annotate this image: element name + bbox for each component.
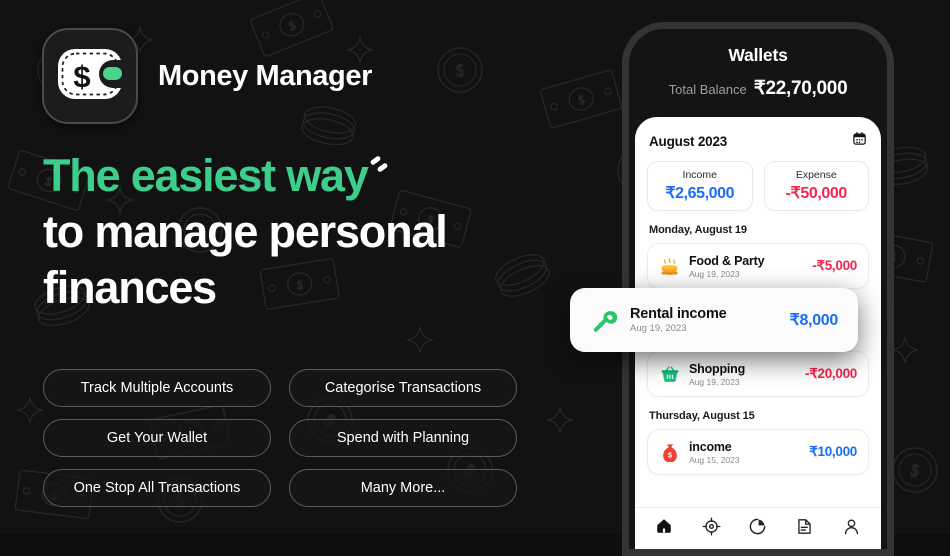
feature-pill[interactable]: Track Multiple Accounts bbox=[43, 369, 271, 407]
nav-item-profile[interactable] bbox=[837, 515, 867, 543]
expense-summary-card[interactable]: Expense -₹50,000 bbox=[763, 161, 869, 211]
headline-line-3: finances bbox=[43, 261, 217, 313]
total-balance-row: Total Balance ₹22,70,000 bbox=[629, 77, 887, 100]
total-balance-label: Total Balance bbox=[668, 82, 747, 97]
month-selector-row[interactable]: August 2023 bbox=[635, 117, 881, 151]
hero-left-panel: $ Money Manager The easiest way to manag… bbox=[0, 0, 600, 534]
transaction-name: Shopping bbox=[689, 361, 746, 376]
expense-value: -₹50,000 bbox=[785, 185, 848, 202]
nav-item-reports[interactable] bbox=[790, 515, 820, 543]
highlighted-transaction-card[interactable]: Rental income Aug 19, 2023 ₹8,000 bbox=[570, 288, 858, 352]
phone-header: Wallets Total Balance ₹22,70,000 bbox=[629, 29, 887, 111]
svg-text:$: $ bbox=[73, 59, 90, 94]
transaction-list: Food & Party Aug 19, 2023 -₹5,000 bbox=[635, 236, 881, 289]
person-icon bbox=[842, 517, 861, 541]
transaction-row[interactable]: Food & Party Aug 19, 2023 -₹5,000 bbox=[647, 243, 869, 289]
target-icon bbox=[702, 517, 721, 541]
transaction-name: Food & Party bbox=[689, 253, 765, 268]
hero-headline: The easiest way to manage personal finan… bbox=[43, 148, 583, 315]
month-label: August 2023 bbox=[649, 133, 728, 149]
transaction-amount: ₹8,000 bbox=[789, 312, 839, 329]
transaction-date: Aug 19, 2023 bbox=[630, 323, 687, 334]
income-label: Income bbox=[682, 169, 717, 181]
feature-pill[interactable]: Get Your Wallet bbox=[43, 419, 271, 457]
feature-pill[interactable]: Many More... bbox=[289, 469, 517, 507]
income-value: ₹2,65,000 bbox=[665, 185, 735, 202]
report-doc-icon bbox=[795, 517, 814, 541]
sparkle-ticks-icon bbox=[368, 148, 390, 193]
transaction-amount: -₹5,000 bbox=[812, 258, 857, 273]
wallet-dollar-icon: $ bbox=[55, 46, 125, 107]
app-title: Money Manager bbox=[158, 59, 372, 92]
calendar-icon[interactable] bbox=[852, 131, 867, 151]
shopping-basket-icon bbox=[659, 364, 680, 385]
nav-item-stats[interactable] bbox=[743, 515, 773, 543]
headline-line-1: The easiest way bbox=[43, 150, 369, 201]
transaction-amount: ₹10,000 bbox=[809, 444, 857, 459]
total-balance-value: ₹22,70,000 bbox=[753, 78, 848, 99]
feature-pill[interactable]: One Stop All Transactions bbox=[43, 469, 271, 507]
day-heading: Thursday, August 15 bbox=[649, 410, 755, 422]
transaction-amount: -₹20,000 bbox=[805, 366, 857, 381]
transaction-date: Aug 15, 2023 bbox=[689, 454, 740, 465]
transaction-date: Aug 19, 2023 bbox=[689, 376, 740, 387]
feature-pill[interactable]: Categorise Transactions bbox=[289, 369, 517, 407]
food-bowl-icon bbox=[659, 256, 680, 277]
day-heading: Monday, August 19 bbox=[649, 224, 747, 236]
app-logo: $ bbox=[42, 28, 138, 124]
home-icon bbox=[655, 517, 673, 540]
feature-pill[interactable]: Spend with Planning bbox=[289, 419, 517, 457]
summary-row: Income ₹2,65,000 Expense -₹50,000 bbox=[635, 151, 881, 211]
transaction-name: Rental income bbox=[630, 306, 727, 322]
feature-pill-group: Track Multiple Accounts Categorise Trans… bbox=[43, 369, 517, 507]
money-bag-icon: $ bbox=[659, 442, 680, 463]
bottom-navigation-bar bbox=[635, 507, 881, 549]
income-summary-card[interactable]: Income ₹2,65,000 bbox=[647, 161, 753, 211]
nav-item-home[interactable] bbox=[649, 515, 679, 543]
transaction-name: income bbox=[689, 439, 732, 454]
headline-line-2: to manage personal bbox=[43, 205, 448, 257]
transaction-list: $ income Aug 15, 2023 ₹10,000 bbox=[635, 422, 881, 475]
transaction-date: Aug 19, 2023 bbox=[689, 268, 740, 279]
nav-item-budget[interactable] bbox=[696, 515, 726, 543]
page-title: Wallets bbox=[728, 45, 788, 65]
rental-key-icon bbox=[590, 307, 617, 334]
brand-row: $ Money Manager bbox=[42, 28, 372, 124]
expense-label: Expense bbox=[795, 169, 837, 181]
pie-chart-icon bbox=[748, 517, 767, 541]
transaction-row[interactable]: Shopping Aug 19, 2023 -₹20,000 bbox=[647, 351, 869, 397]
transaction-row[interactable]: $ income Aug 15, 2023 ₹10,000 bbox=[647, 429, 869, 475]
